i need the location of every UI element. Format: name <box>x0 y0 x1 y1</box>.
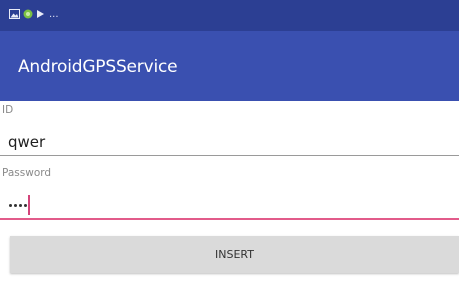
android-icon <box>23 9 33 19</box>
status-overflow-text: ... <box>49 9 59 20</box>
id-field-underline <box>0 155 459 156</box>
play-icon <box>37 10 44 18</box>
insert-button[interactable]: INSERT <box>10 236 459 273</box>
password-dot <box>24 204 27 207</box>
text-cursor <box>28 195 30 215</box>
password-label: Password <box>2 167 52 179</box>
status-bar: ... <box>0 0 459 31</box>
status-icons: ... <box>9 8 59 20</box>
password-dot <box>14 204 17 207</box>
app-bar: AndroidGPSService <box>0 31 459 101</box>
password-dot <box>9 204 12 207</box>
id-field[interactable]: qwer <box>8 133 45 151</box>
password-dot <box>19 204 22 207</box>
password-field[interactable] <box>9 204 27 207</box>
password-field-underline <box>0 218 459 220</box>
id-label: ID <box>2 104 14 116</box>
image-icon <box>9 9 20 19</box>
app-title: AndroidGPSService <box>18 57 178 77</box>
